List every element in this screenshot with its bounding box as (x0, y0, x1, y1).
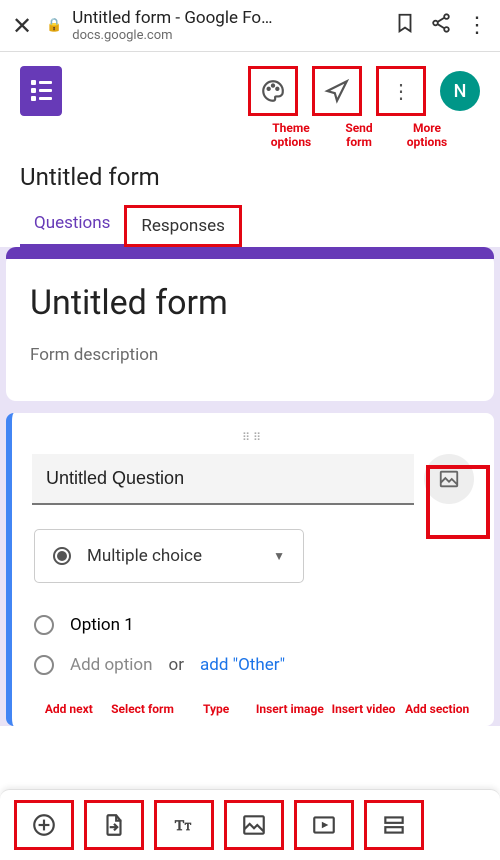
option-label[interactable]: Option 1 (70, 615, 134, 635)
floating-toolbar: TT (0, 789, 500, 860)
lock-icon: 🔒 (46, 18, 62, 33)
question-type-select[interactable]: Multiple choice ▼ (34, 529, 304, 583)
question-input[interactable] (32, 454, 414, 505)
add-section-button[interactable] (364, 800, 424, 850)
type-label: Type (179, 703, 253, 716)
form-name[interactable]: Untitled form (20, 163, 480, 191)
tabs: Questions Responses (20, 205, 480, 247)
form-title[interactable]: Untitled form (30, 283, 470, 323)
option-row[interactable]: Option 1 (32, 605, 474, 645)
select-form-label: Select form (106, 703, 180, 716)
kebab-menu-icon[interactable]: ⋮ (466, 13, 488, 38)
theme-label: Theme options (266, 122, 316, 148)
add-title-button[interactable]: TT (154, 800, 214, 850)
add-option-row: Add option or add "Other" (32, 645, 474, 685)
question-card: ⠿⠿ Multiple choice ▼ Option 1 Add option… (6, 413, 494, 726)
send-label: Send form (334, 122, 384, 148)
toolbar-annotations: Add next Select form Type Insert image I… (32, 703, 474, 716)
add-image-button[interactable] (224, 800, 284, 850)
bookmark-icon[interactable] (394, 12, 416, 40)
chevron-down-icon: ▼ (273, 549, 285, 563)
form-description[interactable]: Form description (30, 345, 470, 365)
insert-image-label: Insert image (253, 703, 327, 716)
title-card: Untitled form Form description (6, 253, 494, 401)
add-question-button[interactable] (14, 800, 74, 850)
or-text: or (169, 655, 184, 675)
forms-logo-icon[interactable] (20, 66, 62, 116)
share-icon[interactable] (430, 12, 452, 40)
import-form-button[interactable] (84, 800, 144, 850)
drag-handle-icon[interactable]: ⠿⠿ (32, 431, 474, 444)
more-label: More options (402, 122, 452, 148)
add-next-label: Add next (32, 703, 106, 716)
avatar[interactable]: N (440, 71, 480, 111)
page-domain: docs.google.com (72, 28, 272, 43)
send-icon[interactable] (312, 66, 362, 116)
svg-text:T: T (185, 822, 191, 833)
page-title: Untitled form - Google Fo… (72, 8, 272, 28)
insert-video-label: Insert video (327, 703, 401, 716)
browser-bar: ✕ 🔒 Untitled form - Google Fo… docs.goog… (0, 0, 500, 51)
tab-questions[interactable]: Questions (20, 205, 124, 247)
url-area[interactable]: 🔒 Untitled form - Google Fo… docs.google… (46, 8, 380, 43)
question-type-label: Multiple choice (87, 546, 257, 566)
add-video-button[interactable] (294, 800, 354, 850)
add-other-button[interactable]: add "Other" (200, 655, 285, 675)
add-section-label: Add section (400, 703, 474, 716)
header-annotations: Theme options Send form More options (20, 122, 480, 148)
close-icon[interactable]: ✕ (12, 12, 32, 40)
radio-empty-icon (34, 655, 54, 675)
more-options-icon[interactable]: ⋮ (376, 66, 426, 116)
radio-icon (53, 547, 71, 565)
insert-image-button[interactable] (424, 454, 474, 504)
add-option-button[interactable]: Add option (70, 655, 153, 675)
radio-empty-icon (34, 615, 54, 635)
svg-text:T: T (175, 818, 184, 834)
theme-palette-icon[interactable] (248, 66, 298, 116)
tab-responses[interactable]: Responses (124, 205, 241, 247)
